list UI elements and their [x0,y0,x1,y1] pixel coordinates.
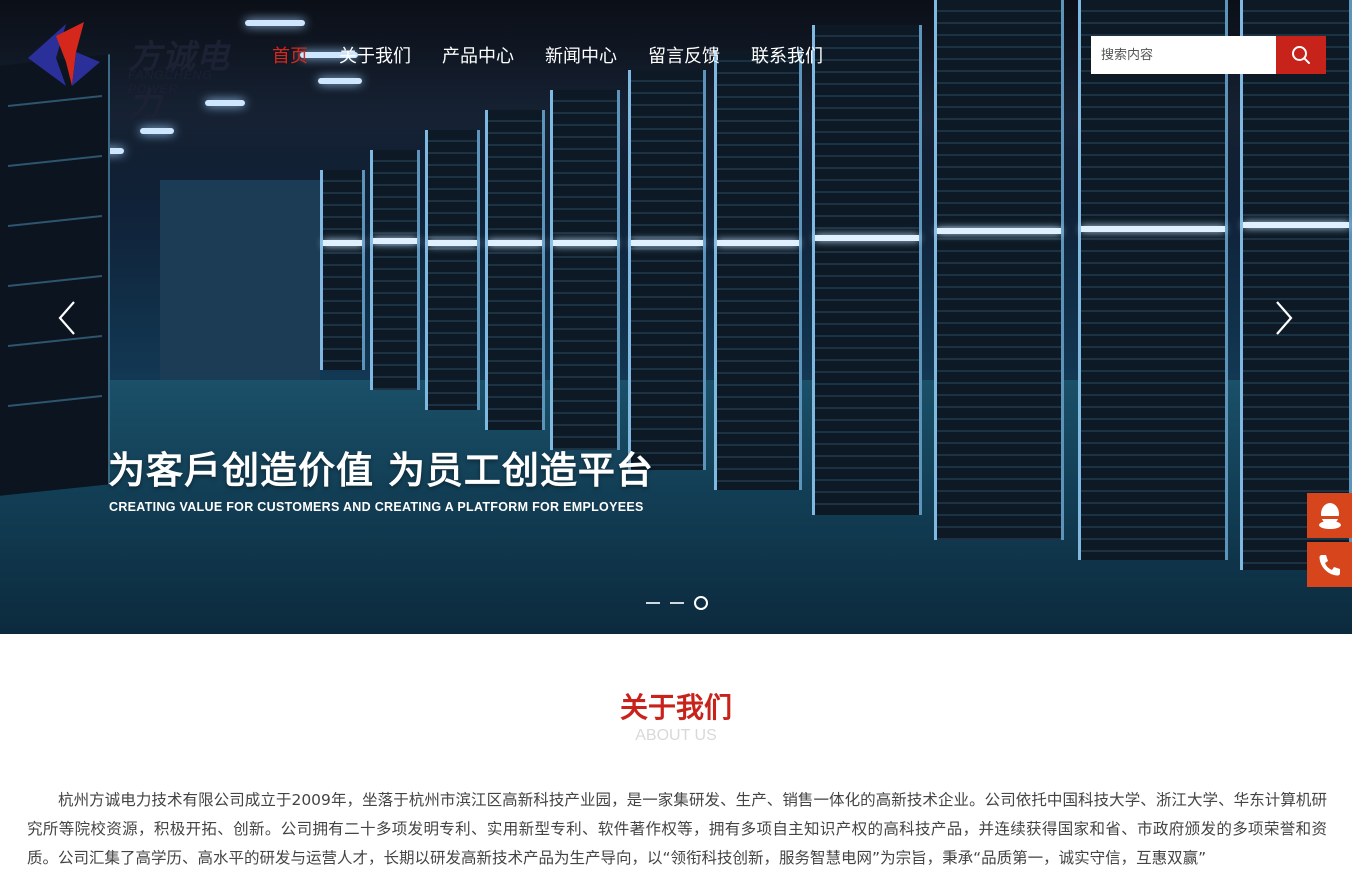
chevron-left-icon[interactable] [56,300,80,336]
hero-slogan-cn: 为客戶创造价值 为员工创造平台 [108,449,654,492]
search-input[interactable] [1091,36,1276,74]
about-title: 关于我们 [619,691,732,724]
search-icon [1292,46,1310,64]
server-rack [934,0,1064,540]
main-nav: 首页 关于我们 产品中心 新闻中心 留言反馈 联系我们 [272,42,854,68]
nav-item-feedback[interactable]: 留言反馈 [648,42,720,68]
slider-dot[interactable] [646,602,660,604]
nav-item-about[interactable]: 关于我们 [339,42,411,68]
nav-item-home[interactable]: 首页 [272,42,308,68]
slider-dot[interactable] [670,602,684,604]
server-rack [425,130,480,410]
slider-pagination [646,596,708,610]
nav-item-products[interactable]: 产品中心 [442,42,514,68]
hero-slogan-en: CREATING VALUE FOR CUSTOMERS AND CREATIN… [109,500,644,514]
about-subtitle: ABOUT US [635,727,717,744]
search-button[interactable] [1276,36,1326,74]
server-rack [812,25,922,515]
left-rack-decor [0,54,110,496]
server-rack [628,70,706,470]
about-text: 杭州方诚电力技术有限公司成立于2009年，坐落于杭州市滨江区高新科技产业园，是一… [27,791,1327,867]
hero-banner: 方诚电力 FANGCHENG POWER 首页 关于我们 产品中心 新闻中心 留… [0,0,1352,634]
qq-icon [1318,502,1341,529]
chevron-right-icon[interactable] [1271,300,1295,336]
ceiling-light [140,128,174,134]
server-rack [485,110,545,430]
server-rack [1078,0,1228,560]
qq-contact-button[interactable] [1307,493,1352,538]
server-rack [1240,0,1352,570]
ceiling-light [318,78,362,84]
server-rack [370,150,420,390]
logo[interactable]: 方诚电力 FANGCHENG POWER [26,18,256,124]
nav-item-news[interactable]: 新闻中心 [545,42,617,68]
nav-item-contact[interactable]: 联系我们 [751,42,823,68]
phone-icon [1319,554,1340,575]
server-rack [714,50,802,490]
slider-dot-active[interactable] [694,596,708,610]
back-wall-decor [160,180,320,380]
search-bar [1091,36,1326,74]
logo-text-en: FANGCHENG POWER [128,68,213,96]
server-rack [550,90,620,450]
server-rack [320,170,365,370]
phone-contact-button[interactable] [1307,542,1352,587]
logo-mark-icon [28,22,100,86]
